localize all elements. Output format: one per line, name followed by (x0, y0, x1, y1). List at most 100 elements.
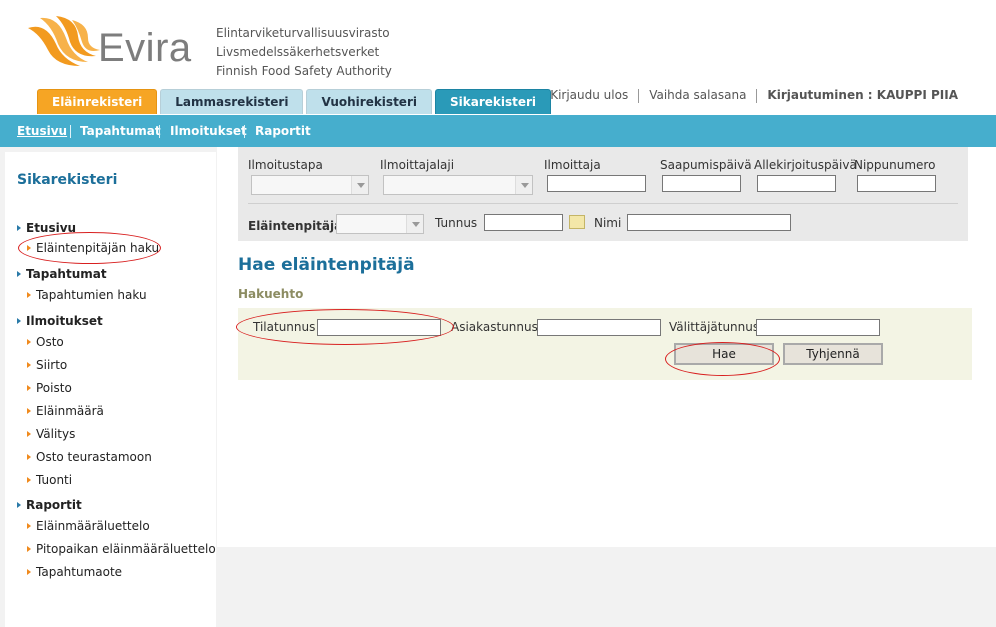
ilmoittaja-label: Ilmoittaja (544, 158, 601, 172)
chevron-down-icon (351, 176, 368, 194)
allekirjoituspaiva-input[interactable] (757, 175, 836, 192)
search-button[interactable]: Hae (674, 343, 774, 365)
triangle-icon (17, 225, 21, 231)
tab-vuohirekisteri[interactable]: Vuohirekisteri (306, 89, 432, 114)
top-links: Kirjaudu ulos Vaihda salasana Kirjautumi… (550, 88, 958, 103)
sidebar-item-tuonti[interactable]: Tuonti (27, 473, 72, 487)
sidebar-item-label: Tuonti (36, 473, 73, 487)
tab-elainrekisteri[interactable]: Eläinrekisteri (37, 89, 158, 114)
sidebar-item-label: Eläintenpitäjän haku (36, 241, 160, 255)
sidebar-item-elaintenpitajan-haku[interactable]: Eläintenpitäjän haku (27, 241, 159, 255)
triangle-icon (27, 339, 31, 345)
menu-ilmoitukset[interactable]: Ilmoitukset (170, 124, 247, 138)
logo-text: Evira (98, 26, 192, 70)
sidebar-item-osto-teurastamoon[interactable]: Osto teurastamoon (27, 450, 152, 464)
tunnus-input[interactable] (484, 214, 563, 231)
triangle-icon (17, 271, 21, 277)
sidebar-title: Sikarekisteri (17, 172, 118, 188)
nippunumero-input[interactable] (857, 175, 936, 192)
sidebar-group-label: Ilmoitukset (26, 314, 103, 328)
registry-tabs: Eläinrekisteri Lammasrekisteri Vuohireki… (37, 89, 554, 114)
saapumispaiva-label: Saapumispäivä (660, 158, 752, 172)
divider (248, 203, 958, 204)
sidebar-group-raportit[interactable]: Raportit (17, 498, 82, 512)
ilmoittaja-input[interactable] (547, 175, 646, 192)
sidebar-item-tapahtumien-haku[interactable]: Tapahtumien haku (27, 288, 147, 302)
triangle-icon (27, 408, 31, 414)
sidebar-item-poisto[interactable]: Poisto (27, 381, 72, 395)
triangle-icon (27, 292, 31, 298)
tilatunnus-input[interactable] (317, 319, 441, 336)
triangle-icon (27, 546, 31, 552)
sidebar-group-tapahtumat[interactable]: Tapahtumat (17, 267, 107, 281)
saapumispaiva-input[interactable] (662, 175, 741, 192)
divider (70, 125, 71, 138)
valittajatunnus-input[interactable] (756, 319, 880, 336)
tab-sikarekisteri[interactable]: Sikarekisteri (434, 89, 552, 114)
chevron-down-icon (515, 176, 532, 194)
elaintenpitaja-select[interactable] (336, 214, 424, 234)
allekirjoituspaiva-label: Allekirjoituspäivä (754, 158, 857, 172)
triangle-icon (27, 245, 31, 251)
sidebar-item-label: Eläinmääräluettelo (36, 519, 150, 533)
filter-panel: Ilmoitustapa Ilmoittajalaji Ilmoittaja S… (238, 147, 968, 241)
menu-etusivu[interactable]: Etusivu (17, 124, 67, 138)
ilmoittajalaji-select[interactable] (383, 175, 533, 195)
sidebar-item-valitys[interactable]: Välitys (27, 427, 75, 441)
triangle-icon (27, 431, 31, 437)
sidebar-group-label: Raportit (26, 498, 82, 512)
page-title: Hae eläintenpitäjä (238, 255, 415, 275)
logout-link[interactable]: Kirjaudu ulos (550, 88, 628, 103)
org-name-en: Finnish Food Safety Authority (216, 64, 392, 78)
change-password-link[interactable]: Vaihda salasana (649, 88, 746, 103)
sidebar-item-tapahtumaote[interactable]: Tapahtumaote (27, 565, 122, 579)
chevron-down-icon (406, 215, 423, 233)
divider (244, 125, 245, 138)
sidebar-item-label: Osto teurastamoon (36, 450, 152, 464)
tab-lammasrekisteri[interactable]: Lammasrekisteri (160, 89, 304, 114)
triangle-icon (17, 318, 21, 324)
triangle-icon (27, 477, 31, 483)
sidebar-item-osto[interactable]: Osto (27, 335, 64, 349)
sidebar-group-ilmoitukset[interactable]: Ilmoitukset (17, 314, 103, 328)
ilmoitustapa-label: Ilmoitustapa (248, 158, 323, 172)
sidebar-item-label: Eläinmäärä (36, 404, 104, 418)
nimi-input[interactable] (627, 214, 791, 231)
sidebar-item-label: Välitys (36, 427, 76, 441)
evira-logo-icon (28, 16, 100, 66)
sidebar-item-label: Pitopaikan eläinmääräluettelo (36, 542, 216, 556)
clear-button[interactable]: Tyhjennä (783, 343, 883, 365)
sidebar-group-etusivu[interactable]: Etusivu (17, 221, 76, 235)
sidebar-item-elainmaara[interactable]: Eläinmäärä (27, 404, 104, 418)
sidebar-item-elainmaaraluettelo[interactable]: Eläinmääräluettelo (27, 519, 150, 533)
nimi-label: Nimi (594, 216, 622, 230)
main-menu: Etusivu Tapahtumat Ilmoitukset Raportit (0, 115, 996, 147)
asiakastunnus-input[interactable] (537, 319, 661, 336)
sidebar-item-siirto[interactable]: Siirto (27, 358, 67, 372)
sidebar-group-label: Etusivu (26, 221, 77, 235)
divider (756, 89, 758, 103)
organization-names: Elintarviketurvallisuusvirasto Livsmedel… (216, 24, 392, 81)
divider (159, 125, 160, 138)
triangle-icon (27, 385, 31, 391)
page: Evira Elintarviketurvallisuusvirasto Liv… (0, 0, 996, 627)
valittajatunnus-label: Välittäjätunnus (669, 320, 760, 334)
ilmoitustapa-select[interactable] (251, 175, 369, 195)
divider (638, 89, 640, 103)
sidebar-item-pitopaikan-elainmaaraluettelo[interactable]: Pitopaikan eläinmääräluettelo (27, 542, 216, 556)
menu-tapahtumat[interactable]: Tapahtumat (80, 124, 161, 138)
sidebar-group-label: Tapahtumat (26, 267, 107, 281)
tilatunnus-label: Tilatunnus (253, 320, 316, 334)
swap-icon[interactable] (569, 215, 585, 229)
triangle-icon (27, 362, 31, 368)
triangle-icon (17, 502, 21, 508)
ilmoittajalaji-label: Ilmoittajalaji (380, 158, 455, 172)
sidebar-item-label: Osto (36, 335, 64, 349)
org-name-sv: Livsmedelssäkerhetsverket (216, 45, 380, 59)
triangle-icon (27, 569, 31, 575)
menu-raportit[interactable]: Raportit (255, 124, 311, 138)
sidebar-item-label: Siirto (36, 358, 68, 372)
search-criteria-heading: Hakuehto (238, 287, 304, 301)
sidebar-item-label: Poisto (36, 381, 72, 395)
tunnus-label: Tunnus (435, 216, 478, 230)
